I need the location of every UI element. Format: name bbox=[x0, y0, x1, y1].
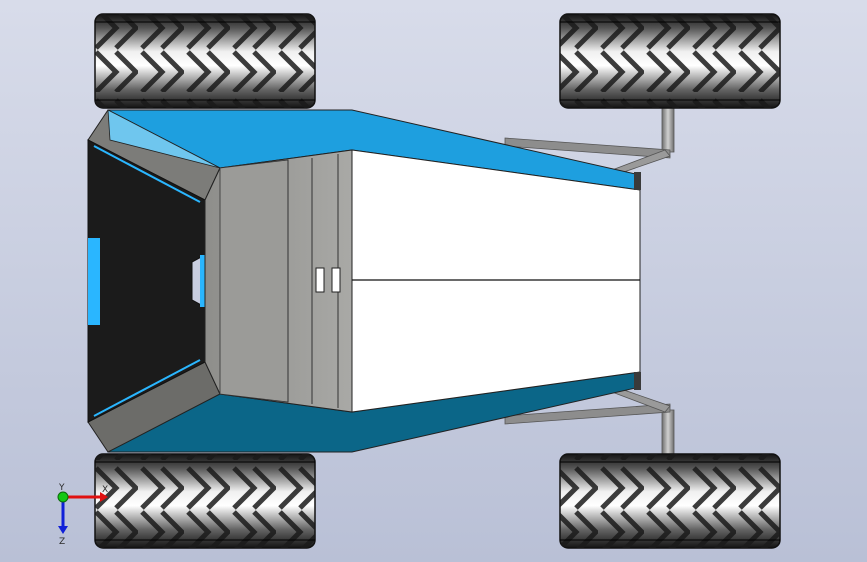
triad-z-label: Z bbox=[59, 537, 65, 547]
wheel-front-left bbox=[94, 13, 316, 109]
triad-x-label: X bbox=[102, 485, 108, 495]
wheel-rear-left bbox=[559, 13, 781, 109]
cad-viewport[interactable]: X Y Z bbox=[0, 0, 867, 562]
wheel-rear-right bbox=[559, 453, 781, 549]
hatch-handle-right bbox=[331, 267, 341, 293]
triad-y-label: Y bbox=[58, 483, 65, 493]
vehicle-body bbox=[87, 109, 641, 453]
wheel-front-right bbox=[94, 453, 316, 549]
hatch-handle-left bbox=[315, 267, 325, 293]
